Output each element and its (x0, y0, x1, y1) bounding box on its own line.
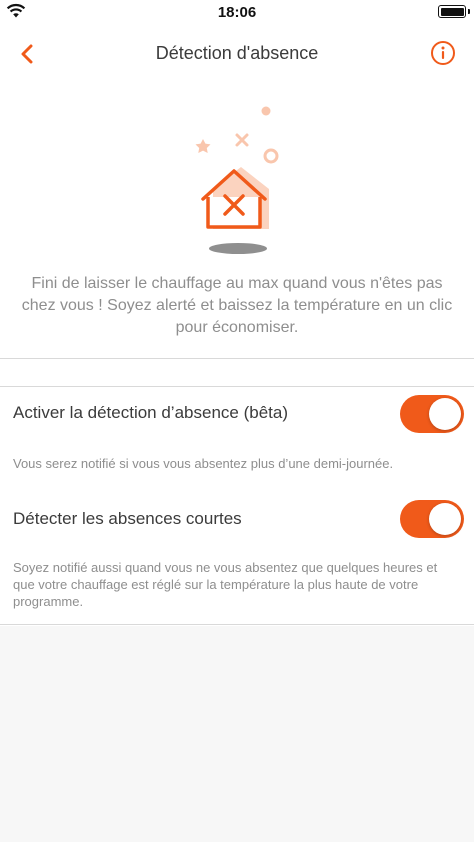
toggle-knob (429, 398, 461, 430)
status-time: 18:06 (217, 4, 257, 21)
setting-description-short-absences: Soyez notifié aussi quand vous ne vous a… (13, 560, 438, 609)
setting-label-absence-detection: Activer la détection d’absence (bêta) (13, 403, 288, 422)
short-absences-toggle[interactable] (400, 500, 464, 538)
back-chevron-icon (21, 44, 33, 64)
toggle-knob (429, 503, 461, 535)
house-absence-icon (195, 106, 279, 229)
setting-description-absence-detection: Vous serez notifié si vous vous absentez… (13, 456, 394, 471)
battery-cap (468, 9, 470, 14)
intro-text: Fini de laisser le chauffage au max quan… (21, 275, 453, 336)
status-bar: 18:06 (0, 0, 474, 26)
screen: 18:06 Détection d'absence Fini de laisse… (0, 0, 474, 842)
section-gap (0, 359, 474, 386)
info-icon[interactable] (430, 40, 456, 66)
battery-icon (438, 5, 466, 18)
illustration-shadow (209, 243, 267, 254)
page-title: Détection d'absence (155, 43, 319, 63)
back-button[interactable] (12, 40, 42, 68)
settings-section: Activer la détection d’absence (bêta) Vo… (0, 386, 474, 625)
empty-background (0, 626, 474, 842)
absence-detection-toggle[interactable] (400, 395, 464, 433)
setting-label-short-absences: Détecter les absences courtes (13, 509, 242, 528)
nav-bar: Détection d'absence (0, 26, 474, 82)
